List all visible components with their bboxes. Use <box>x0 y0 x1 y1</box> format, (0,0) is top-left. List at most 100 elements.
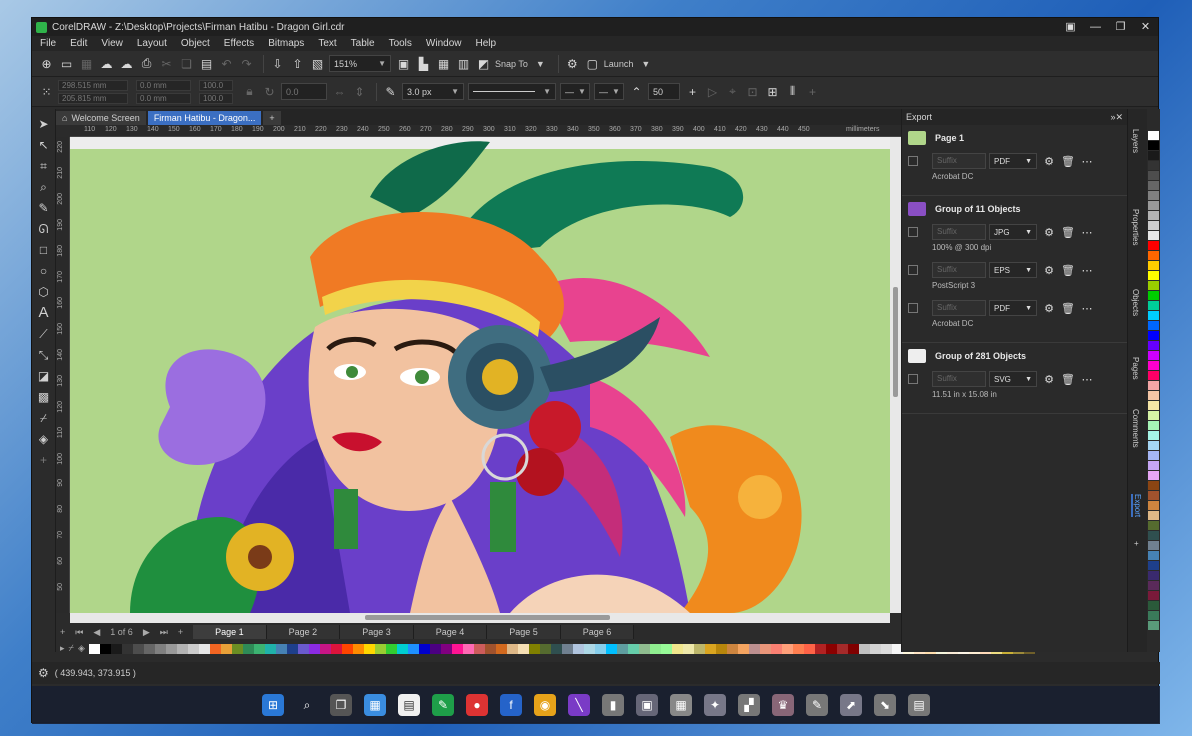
menu-table[interactable]: Table <box>351 38 375 49</box>
palette-swatch[interactable] <box>1148 181 1159 190</box>
palette-swatch[interactable] <box>880 643 892 654</box>
menu-object[interactable]: Object <box>181 38 210 49</box>
rotation-angle-field[interactable]: 0.0 <box>281 83 327 100</box>
delete-trash-icon[interactable]: 🗑︎ <box>1061 264 1075 277</box>
palette-swatch[interactable] <box>1148 551 1159 560</box>
coreldraw-taskbar-icon[interactable]: ✎ <box>432 694 454 716</box>
docker-tab-pages[interactable]: Pages <box>1131 357 1140 380</box>
palette-swatch[interactable] <box>440 643 452 654</box>
print-icon[interactable]: ⎙ <box>138 55 155 72</box>
palette-swatch[interactable] <box>847 643 859 654</box>
palette-swatch[interactable] <box>594 643 606 654</box>
palette-swatch[interactable] <box>693 643 705 654</box>
line-style-dropdown[interactable]: ▼ <box>468 83 556 100</box>
palette-swatch[interactable] <box>748 643 760 654</box>
palette-swatch[interactable] <box>1148 501 1159 510</box>
minimize-button[interactable]: — <box>1083 18 1108 36</box>
palette-swatch[interactable] <box>803 643 815 654</box>
delete-trash-icon[interactable]: 🗑︎ <box>1061 155 1075 168</box>
vertical-scroll-thumb[interactable] <box>893 287 898 397</box>
widgets-icon[interactable]: ▦ <box>364 694 386 716</box>
palette-swatch[interactable] <box>1148 421 1159 430</box>
suffix-input[interactable]: Suffix <box>932 153 986 169</box>
palette-swatch[interactable] <box>1148 251 1159 260</box>
shape-tool-icon[interactable]: ↖ <box>35 136 53 154</box>
scale-x-field[interactable]: 100.0 <box>199 79 233 91</box>
menu-help[interactable]: Help <box>476 38 497 49</box>
next-page-icon[interactable]: ▶ <box>143 627 150 638</box>
new-tab-button[interactable]: + <box>263 111 281 125</box>
paste-icon[interactable]: ▤ <box>198 55 215 72</box>
prev-page-icon[interactable]: ◀ <box>93 627 100 638</box>
connector-tool-icon[interactable]: ⤡ <box>35 346 53 364</box>
save-icon[interactable]: ▦ <box>78 55 95 72</box>
palette-swatch[interactable] <box>154 643 166 654</box>
zoom-level-dropdown[interactable]: 151% ▼ <box>329 55 391 72</box>
palette-swatch[interactable] <box>1148 491 1159 500</box>
palette-swatch[interactable] <box>1148 541 1159 550</box>
snap-to-dropdown[interactable]: Snap To <box>495 59 528 69</box>
app-taskbar-icon[interactable]: ▦ <box>670 694 692 716</box>
horizontal-scroll-thumb[interactable] <box>365 615 610 620</box>
add-tool-icon[interactable]: + <box>35 451 53 469</box>
palette-swatch[interactable] <box>418 643 430 654</box>
outline-pen-icon[interactable]: ✎ <box>382 83 399 100</box>
suffix-input[interactable]: Suffix <box>932 262 986 278</box>
launch-icon[interactable]: ▢ <box>584 55 601 72</box>
palette-swatch[interactable] <box>220 643 232 654</box>
delete-trash-icon[interactable]: 🗑︎ <box>1061 226 1075 239</box>
palette-swatch[interactable] <box>308 643 320 654</box>
page-tab-1[interactable]: Page 1 <box>193 625 267 639</box>
palette-swatch[interactable] <box>374 643 386 654</box>
redo-icon[interactable]: ↷ <box>238 55 255 72</box>
palette-swatch[interactable] <box>352 643 364 654</box>
palette-swatch[interactable] <box>1148 281 1159 290</box>
settings-gear-icon[interactable]: ⚙ <box>1042 373 1056 386</box>
new-document-icon[interactable]: ⊕ <box>38 55 55 72</box>
palette-swatch[interactable] <box>1148 621 1159 630</box>
palette-swatch[interactable] <box>781 643 793 654</box>
publish-pdf-icon[interactable]: ▧ <box>309 55 326 72</box>
ellipse-tool-icon[interactable]: ○ <box>35 262 53 280</box>
crop-tool-icon[interactable]: ⌗ <box>35 157 53 175</box>
palette-swatch[interactable] <box>363 643 375 654</box>
y-position-field[interactable]: 205.815 mm <box>58 92 128 104</box>
launch-arrow-icon[interactable]: ▼ <box>641 59 650 69</box>
menu-bitmaps[interactable]: Bitmaps <box>268 38 304 49</box>
palette-swatch[interactable] <box>583 643 595 654</box>
export-icon[interactable]: ⇧ <box>289 55 306 72</box>
app-taskbar-icon[interactable]: ● <box>466 694 488 716</box>
show-grid-icon[interactable]: ▦ <box>435 55 452 72</box>
account-icon[interactable]: ▣ <box>1058 18 1083 36</box>
palette-swatch[interactable] <box>627 643 639 654</box>
trace-icon[interactable]: ⌖ <box>724 83 741 100</box>
more-options-icon[interactable]: ⋯ <box>1080 155 1094 168</box>
undo-icon[interactable]: ↶ <box>218 55 235 72</box>
drop-shadow-icon[interactable]: ◪ <box>35 367 53 385</box>
palette-swatch[interactable] <box>275 643 287 654</box>
settings-gear-icon[interactable]: ⚙ <box>1042 226 1056 239</box>
weld-icon[interactable]: ⊡ <box>744 83 761 100</box>
menu-window[interactable]: Window <box>426 38 462 49</box>
palette-swatch[interactable] <box>121 643 133 654</box>
palette-menu-icon[interactable]: ▸ <box>60 643 65 654</box>
palette-swatch[interactable] <box>1148 441 1159 450</box>
open-icon[interactable]: ▭ <box>58 55 75 72</box>
palette-swatch[interactable] <box>605 643 617 654</box>
cut-icon[interactable]: ✂ <box>158 55 175 72</box>
palette-swatch[interactable] <box>176 643 188 654</box>
palette-swatch[interactable] <box>682 643 694 654</box>
palette-swatch[interactable] <box>1148 341 1159 350</box>
artistic-media-icon[interactable]: ᘏ <box>35 220 53 238</box>
palette-swatch[interactable] <box>231 643 243 654</box>
drawing-canvas[interactable] <box>70 137 890 613</box>
docker-tab-objects[interactable]: Objects <box>1131 289 1140 316</box>
palette-swatch[interactable] <box>1148 191 1159 200</box>
zoom-tool-icon[interactable]: ⌕ <box>35 178 53 196</box>
palette-swatch[interactable] <box>1148 391 1159 400</box>
palette-swatch[interactable] <box>869 643 881 654</box>
palette-swatch[interactable] <box>187 643 199 654</box>
palette-swatch[interactable] <box>253 643 265 654</box>
export-checkbox[interactable] <box>908 374 918 384</box>
app-taskbar-icon[interactable]: ▣ <box>636 694 658 716</box>
